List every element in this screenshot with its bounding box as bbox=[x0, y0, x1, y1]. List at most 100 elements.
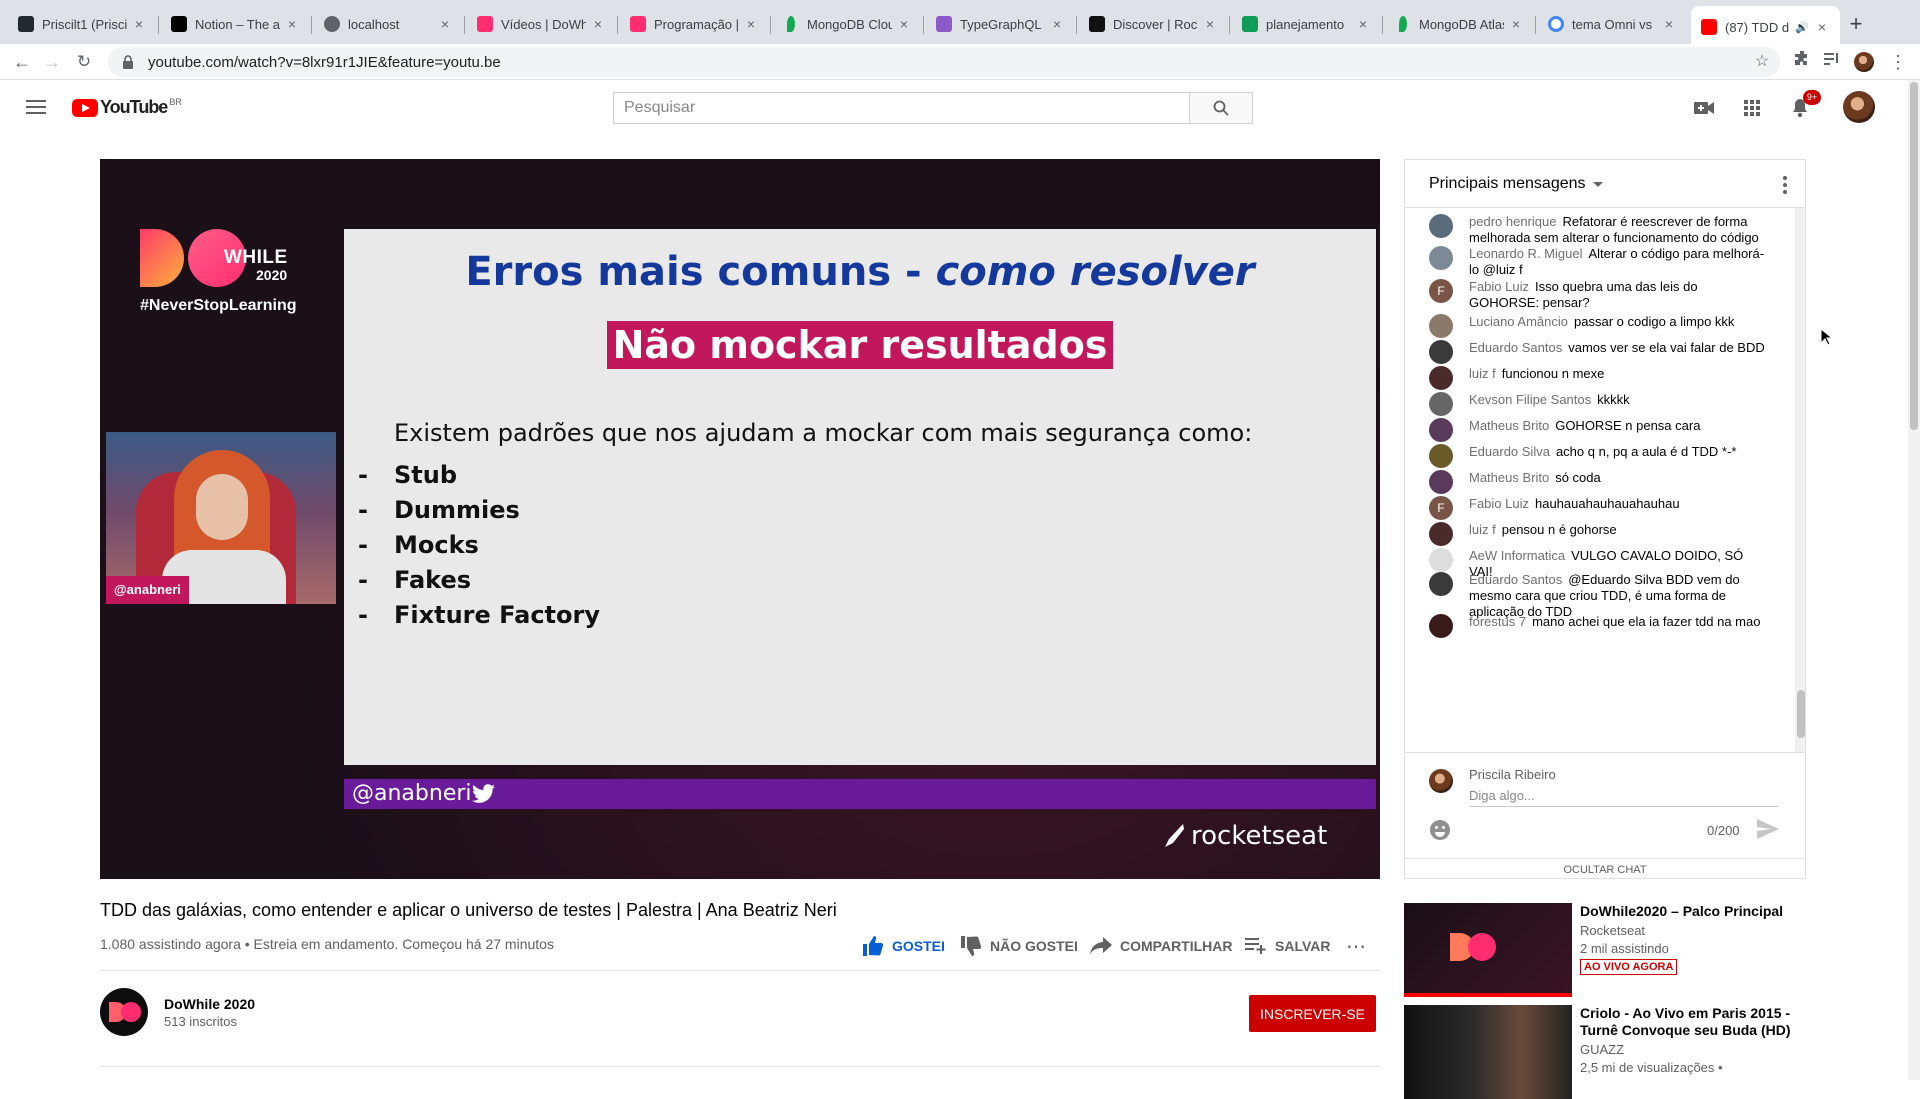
account-avatar[interactable] bbox=[1843, 91, 1875, 123]
chat-message[interactable]: Kevson Filipe Santos kkkkk bbox=[1429, 392, 1769, 416]
share-button[interactable]: COMPARTILHAR bbox=[1090, 932, 1233, 960]
caret-down-icon[interactable] bbox=[1593, 182, 1603, 187]
youtube-icon bbox=[1701, 19, 1717, 35]
chat-mode-dropdown[interactable]: Principais mensagens bbox=[1429, 175, 1586, 193]
emoji-icon[interactable] bbox=[1429, 819, 1451, 841]
chat-author: forestus 7 bbox=[1469, 614, 1527, 629]
close-tab-icon[interactable]: × bbox=[1814, 19, 1830, 35]
reload-icon[interactable]: ↻ bbox=[72, 50, 96, 74]
close-tab-icon[interactable]: × bbox=[1508, 16, 1524, 32]
close-tab-icon[interactable]: × bbox=[284, 16, 300, 32]
chat-message[interactable]: luiz f funcionou n mexe bbox=[1429, 366, 1769, 390]
dowhile-icon bbox=[477, 16, 493, 32]
chat-message[interactable]: F Fabio Luiz Isso quebra uma das leis do G… bbox=[1429, 279, 1769, 311]
chat-message[interactable]: forestus 7 mano achei que ela ia fazer td… bbox=[1429, 614, 1769, 638]
chat-message[interactable]: Matheus Brito só coda bbox=[1429, 470, 1769, 494]
more-actions-icon[interactable]: ⋯ bbox=[1346, 934, 1366, 959]
dislike-label: NÃO GOSTEI bbox=[990, 938, 1078, 954]
dislike-button[interactable]: NÃO GOSTEI bbox=[960, 932, 1078, 960]
page-scrollbar[interactable] bbox=[1908, 80, 1920, 1080]
close-tab-icon[interactable]: × bbox=[131, 16, 147, 32]
recommendation-channel[interactable]: Rocketseat bbox=[1580, 923, 1645, 938]
close-tab-icon[interactable]: × bbox=[1661, 16, 1677, 32]
browser-tab[interactable]: localhost × bbox=[314, 8, 463, 40]
chat-message[interactable]: luiz f pensou n é gohorse bbox=[1429, 522, 1769, 546]
extensions-icon[interactable] bbox=[1790, 50, 1814, 74]
browser-tab[interactable]: Discover | Rock × bbox=[1079, 8, 1228, 40]
video-player[interactable]: WHILE 2020 #NeverStopLearning @anabneri … bbox=[100, 159, 1380, 879]
back-icon[interactable]: ← bbox=[10, 50, 34, 74]
apps-grid-icon[interactable] bbox=[1738, 94, 1766, 122]
google-icon bbox=[1548, 16, 1564, 32]
chat-message[interactable]: Luciano Amâncio passar o codigo a limpo k… bbox=[1429, 314, 1769, 338]
tab-separator bbox=[158, 16, 159, 34]
thumbs-down-icon bbox=[961, 936, 982, 956]
browser-tab[interactable]: Priscilt1 (Priscil × bbox=[8, 8, 157, 40]
recommendation-channel[interactable]: GUAZZ bbox=[1580, 1042, 1624, 1057]
chrome-menu-icon[interactable]: ⋮ bbox=[1886, 50, 1910, 74]
browser-tab[interactable]: tema Omni vs × bbox=[1538, 8, 1687, 40]
browser-tab[interactable]: MongoDB Clou × bbox=[773, 8, 922, 40]
chat-message-input[interactable] bbox=[1469, 785, 1779, 807]
channel-name[interactable]: DoWhile 2020 bbox=[164, 996, 255, 1012]
chat-message-body: luiz f pensou n é gohorse bbox=[1469, 522, 1769, 538]
youtube-logo[interactable]: YouTube BR bbox=[72, 97, 182, 118]
slide-bullet-text: Fakes bbox=[394, 566, 472, 594]
chat-scrollbar[interactable] bbox=[1795, 208, 1805, 752]
chat-message[interactable]: F Fabio Luiz hauhauahauhauahauhau bbox=[1429, 496, 1769, 520]
recommendation-card[interactable]: Criolo - Ao Vivo em Paris 2015 - Turnê C… bbox=[1404, 1005, 1804, 1099]
browser-tab[interactable]: (87) TDD d 🔊 × bbox=[1691, 6, 1840, 48]
browser-tab[interactable]: Notion – The all × bbox=[161, 8, 310, 40]
close-tab-icon[interactable]: × bbox=[1355, 16, 1371, 32]
browser-tab[interactable]: MongoDB Atlas × bbox=[1385, 8, 1534, 40]
chat-message[interactable]: Eduardo Santos vamos ver se ela vai falar… bbox=[1429, 340, 1769, 364]
close-tab-icon[interactable]: × bbox=[1202, 16, 1218, 32]
chat-author-avatar bbox=[1429, 522, 1453, 546]
recommendation-thumbnail[interactable] bbox=[1404, 1005, 1572, 1099]
dowhile-logo-word: WHILE bbox=[224, 247, 288, 268]
hide-chat-button[interactable]: OCULTAR CHAT bbox=[1405, 858, 1805, 878]
close-tab-icon[interactable]: × bbox=[743, 16, 759, 32]
browser-tab[interactable]: TypeGraphQL × bbox=[926, 8, 1075, 40]
search-button[interactable] bbox=[1189, 92, 1253, 124]
tab-separator bbox=[1229, 16, 1230, 34]
forward-icon[interactable]: → bbox=[40, 50, 64, 74]
media-queue-icon[interactable] bbox=[1820, 50, 1844, 74]
thumbs-up-icon bbox=[863, 936, 884, 956]
github-icon bbox=[18, 16, 34, 32]
browser-tab[interactable]: Vídeos | DoWhi × bbox=[467, 8, 616, 40]
recommendation-title[interactable]: Criolo - Ao Vivo em Paris 2015 - Turnê C… bbox=[1580, 1005, 1804, 1039]
recommendation-title[interactable]: DoWhile2020 – Palco Principal bbox=[1580, 903, 1804, 920]
chat-message[interactable]: Eduardo Silva acho q n, pq a aula é d TDD… bbox=[1429, 444, 1769, 468]
close-tab-icon[interactable]: × bbox=[590, 16, 606, 32]
save-button[interactable]: SALVAR bbox=[1245, 932, 1330, 960]
hamburger-menu-icon[interactable] bbox=[24, 96, 48, 120]
close-tab-icon[interactable]: × bbox=[1049, 16, 1065, 32]
send-icon[interactable] bbox=[1757, 819, 1781, 843]
bookmark-star-icon[interactable]: ☆ bbox=[1750, 50, 1774, 74]
chat-options-icon[interactable] bbox=[1783, 176, 1787, 197]
create-video-icon[interactable] bbox=[1690, 94, 1718, 122]
channel-avatar[interactable] bbox=[100, 988, 148, 1036]
share-arrow-icon bbox=[1090, 937, 1112, 955]
new-tab-button[interactable]: + bbox=[1844, 12, 1868, 36]
address-bar[interactable]: youtube.com/watch?v=8lxr91r1JIE&feature=… bbox=[108, 47, 1780, 77]
like-button[interactable]: GOSTEI bbox=[862, 932, 945, 960]
chat-message[interactable]: Eduardo Santos @Eduardo Silva BDD vem do … bbox=[1429, 572, 1769, 620]
recommendation-views: 2,5 mi de visualizações • bbox=[1580, 1060, 1723, 1075]
audio-playing-icon[interactable]: 🔊 bbox=[1794, 21, 1810, 34]
chat-message[interactable]: Matheus Brito GOHORSE n pensa cara bbox=[1429, 418, 1769, 442]
chat-message[interactable]: pedro henrique Refatorar é reescrever de … bbox=[1429, 214, 1769, 246]
browser-tab[interactable]: Programação | × bbox=[620, 8, 769, 40]
chat-message[interactable]: Leonardo R. Miguel Alterar o código para … bbox=[1429, 246, 1769, 278]
rocketseat-icon bbox=[1089, 16, 1105, 32]
browser-tab[interactable]: planejamento × bbox=[1232, 8, 1381, 40]
search-input[interactable] bbox=[613, 92, 1189, 124]
profile-avatar-icon[interactable] bbox=[1852, 50, 1876, 74]
recommendation-card[interactable]: DoWhile2020 – Palco Principal Rocketseat 2… bbox=[1404, 903, 1804, 997]
recommendation-thumbnail[interactable] bbox=[1404, 903, 1572, 997]
close-tab-icon[interactable]: × bbox=[896, 16, 912, 32]
subscribe-button[interactable]: INSCREVER-SE bbox=[1249, 995, 1376, 1032]
close-tab-icon[interactable]: × bbox=[437, 16, 453, 32]
rocketseat-watermark: rocketseat bbox=[1163, 821, 1327, 851]
